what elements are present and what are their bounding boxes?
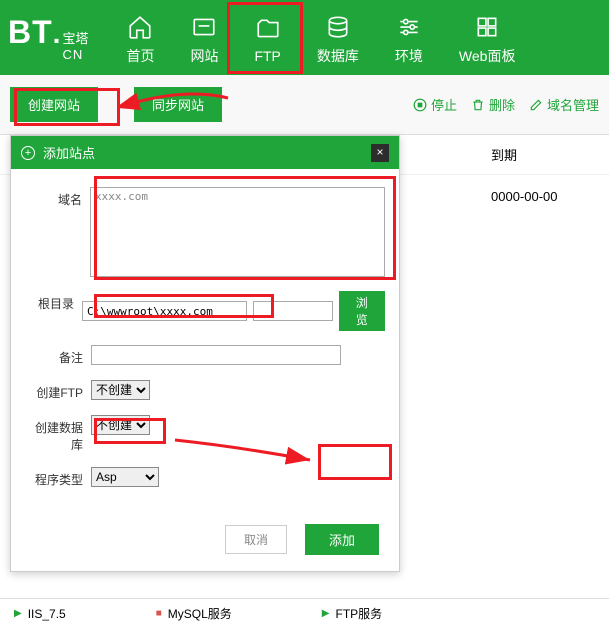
- label-note: 备注: [25, 345, 91, 366]
- nav-env[interactable]: 环境: [377, 2, 441, 74]
- home-icon: [127, 14, 153, 40]
- database-icon: [325, 14, 351, 40]
- nav-ftp[interactable]: FTP: [236, 4, 298, 72]
- label-db: 创建数据库: [25, 415, 91, 453]
- status-ftp[interactable]: ▶FTP服务: [322, 605, 382, 622]
- td-expiry: 0000-00-00: [479, 175, 609, 218]
- db-select[interactable]: 不创建: [91, 415, 150, 435]
- stop-link[interactable]: 停止: [413, 95, 457, 114]
- logo-dot: .: [53, 18, 61, 50]
- trash-icon: [471, 98, 485, 112]
- status-iis[interactable]: ▶IIS_7.5: [14, 605, 66, 622]
- modal-title-text: 添加站点: [43, 143, 95, 162]
- create-site-button[interactable]: 创建网站: [10, 87, 98, 122]
- modal-titlebar: + 添加站点 ×: [11, 136, 399, 169]
- site-icon: [191, 14, 217, 40]
- stop-icon: [413, 98, 427, 112]
- label-type: 程序类型: [25, 467, 91, 488]
- nav-web[interactable]: Web面板: [441, 2, 534, 74]
- status-dot-icon: ▶: [14, 608, 22, 619]
- settings-icon: [396, 14, 422, 40]
- plus-icon: +: [21, 146, 35, 160]
- close-icon[interactable]: ×: [371, 144, 389, 162]
- type-select[interactable]: Asp: [91, 467, 159, 487]
- logo-bt: BT: [8, 14, 53, 51]
- label-ftp: 创建FTP: [25, 380, 91, 401]
- ftp-select[interactable]: 不创建: [91, 380, 150, 400]
- status-dot-icon: ■: [156, 608, 162, 619]
- cancel-button[interactable]: 取消: [225, 525, 287, 554]
- ftp-icon: [255, 16, 281, 42]
- logo-cn: 宝塔: [62, 28, 88, 47]
- browse-button[interactable]: 浏览: [339, 291, 385, 331]
- note-input[interactable]: [91, 345, 341, 365]
- nav-home[interactable]: 首页: [108, 2, 172, 74]
- domain-mgmt-link[interactable]: 域名管理: [529, 95, 599, 114]
- label-root: 根目录: [25, 291, 82, 312]
- domain-textarea[interactable]: xxxx.com: [90, 187, 385, 277]
- add-button[interactable]: 添加: [305, 524, 379, 555]
- label-domain: 域名: [25, 187, 90, 208]
- delete-link[interactable]: 删除: [471, 95, 515, 114]
- root-input[interactable]: [82, 301, 247, 321]
- grid-icon: [474, 14, 500, 40]
- add-site-modal: + 添加站点 × 域名 xxxx.com 根目录 浏览 备注 创建FTP 不创建…: [10, 135, 400, 572]
- nav-db[interactable]: 数据库: [299, 2, 377, 74]
- status-mysql[interactable]: ■MySQL服务: [156, 605, 232, 622]
- edit-icon: [529, 98, 543, 112]
- status-dot-icon: ▶: [322, 608, 330, 619]
- nav-site[interactable]: 网站: [172, 2, 236, 74]
- status-bar: ▶IIS_7.5 ■MySQL服务 ▶FTP服务: [0, 598, 609, 628]
- top-nav: BT . 宝塔 CN 首页 网站 FTP 数据库 环境 Web面板: [0, 0, 609, 75]
- logo: BT . 宝塔 CN: [8, 14, 88, 62]
- toolbar: 创建网站 同步网站 停止 删除 域名管理: [0, 75, 609, 135]
- logo-en: CN: [62, 47, 83, 62]
- th-expiry: 到期: [479, 135, 609, 174]
- root-input2[interactable]: [253, 301, 333, 321]
- sync-site-button[interactable]: 同步网站: [134, 87, 222, 122]
